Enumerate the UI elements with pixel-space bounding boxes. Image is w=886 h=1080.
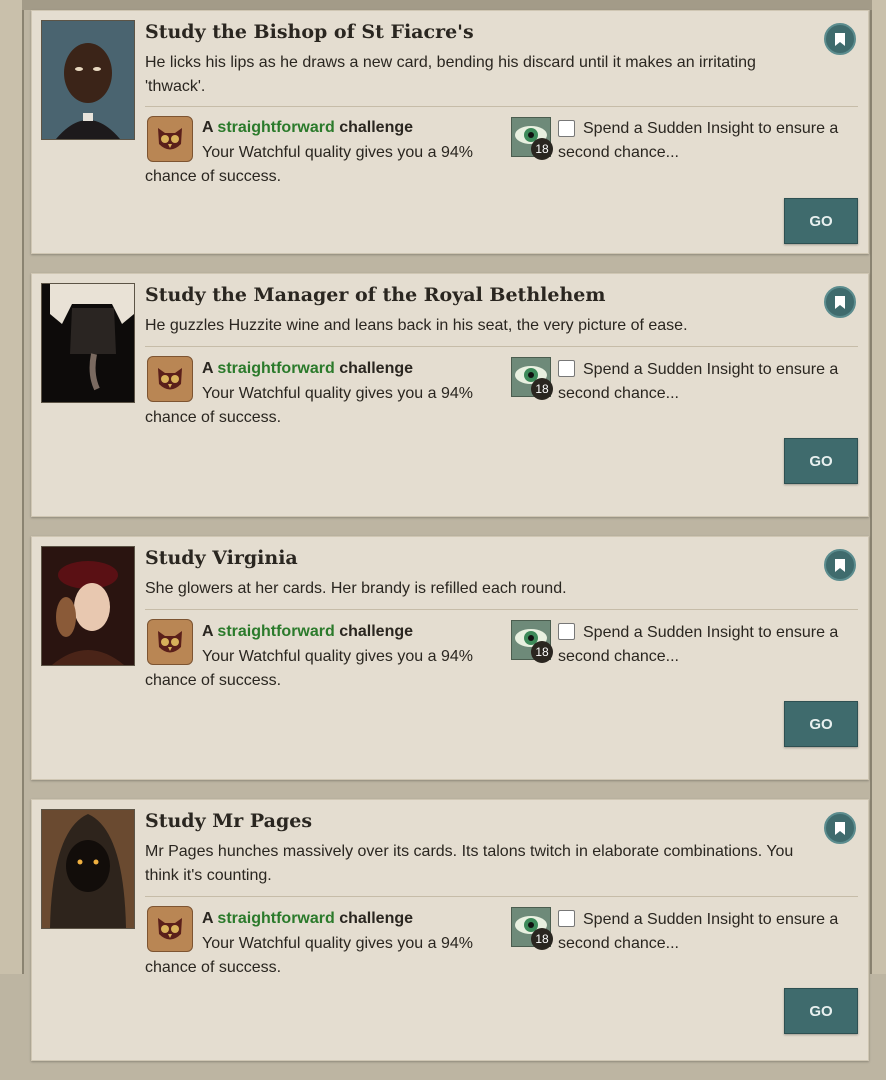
success-chance-text: Your Watchful quality gives you a 94% ch…: [145, 385, 473, 426]
difficulty-label: straightforward: [217, 910, 335, 927]
sudden-insight-label: Spend a Sudden Insight to ensure a secon…: [558, 911, 839, 952]
bishop-portrait: [41, 20, 135, 140]
top-frame: [22, 0, 872, 10]
storylet-title: Study Mr Pages: [145, 810, 313, 832]
bookmark-button[interactable]: [824, 812, 856, 844]
bookmark-button[interactable]: [824, 286, 856, 318]
difficulty-label: straightforward: [217, 360, 335, 377]
success-chance-text: Your Watchful quality gives you a 94% ch…: [145, 935, 473, 976]
insight-count-badge: 18: [531, 138, 553, 160]
bookmark-icon: [835, 32, 845, 46]
bookmark-icon: [835, 821, 845, 835]
insight-count-badge: 18: [531, 378, 553, 400]
insight-count-badge: 18: [531, 641, 553, 663]
storylet-card: Study the Bishop of St Fiacre's He licks…: [31, 10, 869, 254]
go-button[interactable]: GO: [784, 988, 858, 1034]
challenge-label: A straightforward challenge: [202, 119, 414, 136]
mr-pages-portrait: [41, 809, 135, 929]
go-button[interactable]: GO: [784, 701, 858, 747]
virginia-portrait: [41, 546, 135, 666]
storylet-description: He licks his lips as he draws a new card…: [145, 54, 756, 95]
insight-count-badge: 18: [531, 928, 553, 950]
storylet-card: Study Virginia She glowers at her cards.…: [31, 536, 869, 780]
sudden-insight-label: Spend a Sudden Insight to ensure a secon…: [558, 361, 839, 402]
success-chance-text: Your Watchful quality gives you a 94% ch…: [145, 144, 473, 185]
divider: [145, 346, 858, 347]
sudden-insight-label: Spend a Sudden Insight to ensure a secon…: [558, 120, 839, 161]
bookmark-button[interactable]: [824, 23, 856, 55]
storylet-title: Study the Manager of the Royal Bethlehem: [145, 284, 606, 306]
left-frame: [0, 0, 24, 974]
storylet-description: He guzzles Huzzite wine and leans back i…: [145, 317, 688, 334]
success-chance-text: Your Watchful quality gives you a 94% ch…: [145, 648, 473, 689]
difficulty-label: straightforward: [217, 119, 335, 136]
storylet-title: Study the Bishop of St Fiacre's: [145, 21, 474, 43]
storylet-description: Mr Pages hunches massively over its card…: [145, 843, 794, 884]
storylet-title: Study Virginia: [145, 547, 298, 569]
right-frame: [870, 0, 886, 974]
sudden-insight-label: Spend a Sudden Insight to ensure a secon…: [558, 624, 839, 665]
storylet-list: Study the Bishop of St Fiacre's He licks…: [31, 10, 869, 1080]
go-button[interactable]: GO: [784, 438, 858, 484]
storylet-card: Study the Manager of the Royal Bethlehem…: [31, 273, 869, 517]
storylet-card: Study Mr Pages Mr Pages hunches massivel…: [31, 799, 869, 1061]
storylet-description: She glowers at her cards. Her brandy is …: [145, 580, 567, 597]
challenge-label: A straightforward challenge: [202, 623, 414, 640]
bookmark-button[interactable]: [824, 549, 856, 581]
manager-portrait: [41, 283, 135, 403]
divider: [145, 609, 858, 610]
divider: [145, 106, 858, 107]
divider: [145, 896, 858, 897]
go-button[interactable]: GO: [784, 198, 858, 244]
challenge-label: A straightforward challenge: [202, 360, 414, 377]
bookmark-icon: [835, 558, 845, 572]
difficulty-label: straightforward: [217, 623, 335, 640]
bookmark-icon: [835, 295, 845, 309]
challenge-label: A straightforward challenge: [202, 910, 414, 927]
